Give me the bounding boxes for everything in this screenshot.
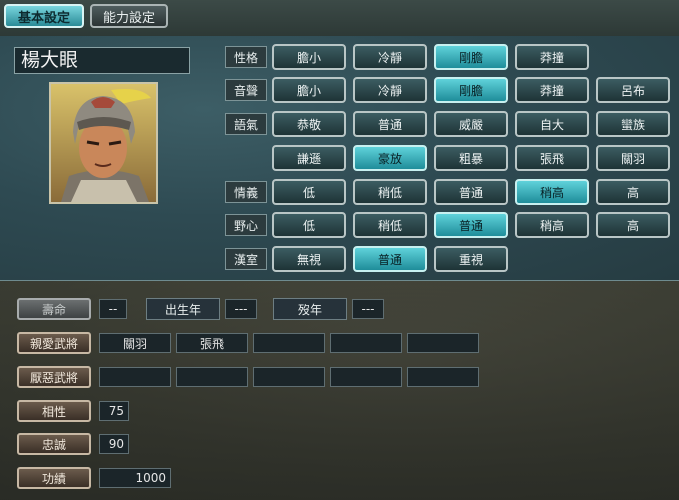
death-year-label: 歿年 — [273, 298, 347, 320]
row-label-5: 情義 — [225, 181, 267, 203]
option-button-r3-c4[interactable]: 自大 — [515, 111, 589, 137]
tab-basic-settings[interactable]: 基本設定 — [4, 4, 84, 28]
option-button-r6-c4[interactable]: 稍高 — [515, 212, 589, 238]
liked-officer-slot-2[interactable]: 張飛 — [176, 333, 248, 353]
option-button-r7-c1[interactable]: 無視 — [272, 246, 346, 272]
option-button-r1-c1[interactable]: 膽小 — [272, 44, 346, 70]
option-button-r4-c2[interactable]: 豪放 — [353, 145, 427, 171]
lifespan-value: -- — [99, 299, 127, 319]
row-label-3: 語氣 — [225, 113, 267, 135]
option-button-r3-c5[interactable]: 蠻族 — [596, 111, 670, 137]
disliked-officer-slot-5[interactable] — [407, 367, 479, 387]
option-button-r6-c5[interactable]: 高 — [596, 212, 670, 238]
option-button-r5-c4[interactable]: 稍高 — [515, 179, 589, 205]
option-button-r1-c2[interactable]: 冷靜 — [353, 44, 427, 70]
option-button-r2-c5[interactable]: 呂布 — [596, 77, 670, 103]
merit-button[interactable]: 功績 — [17, 467, 91, 489]
compatibility-button[interactable]: 相性 — [17, 400, 91, 422]
disliked-officer-slot-4[interactable] — [330, 367, 402, 387]
disliked-officer-slot-3[interactable] — [253, 367, 325, 387]
option-button-r3-c1[interactable]: 恭敬 — [272, 111, 346, 137]
liked-officer-slot-1[interactable]: 關羽 — [99, 333, 171, 353]
option-button-r2-c1[interactable]: 膽小 — [272, 77, 346, 103]
option-button-r5-c3[interactable]: 普通 — [434, 179, 508, 205]
officer-name: 楊大眼 — [14, 47, 190, 74]
top-bar: 基本設定 能力設定 — [0, 0, 679, 36]
option-button-r6-c3[interactable]: 普通 — [434, 212, 508, 238]
option-button-r5-c2[interactable]: 稍低 — [353, 179, 427, 205]
row-label-1: 性格 — [225, 46, 267, 68]
option-button-r6-c1[interactable]: 低 — [272, 212, 346, 238]
option-button-r2-c2[interactable]: 冷靜 — [353, 77, 427, 103]
liked-officers-button[interactable]: 親愛武將 — [17, 332, 91, 354]
option-button-r4-c1[interactable]: 謙遜 — [272, 145, 346, 171]
loyalty-button[interactable]: 忠誠 — [17, 433, 91, 455]
option-button-r4-c3[interactable]: 粗暴 — [434, 145, 508, 171]
birth-year-label: 出生年 — [146, 298, 220, 320]
death-year-value: --- — [352, 299, 384, 319]
option-button-r7-c2[interactable]: 普通 — [353, 246, 427, 272]
option-button-r5-c1[interactable]: 低 — [272, 179, 346, 205]
lifespan-button[interactable]: 壽命 — [17, 298, 91, 320]
loyalty-value: 90 — [99, 434, 129, 454]
birth-year-value: --- — [225, 299, 257, 319]
row-label-6: 野心 — [225, 214, 267, 236]
option-button-r3-c3[interactable]: 威嚴 — [434, 111, 508, 137]
option-button-r7-c3[interactable]: 重視 — [434, 246, 508, 272]
tab-ability-settings[interactable]: 能力設定 — [90, 4, 168, 28]
option-button-r6-c2[interactable]: 稍低 — [353, 212, 427, 238]
option-button-r1-c4[interactable]: 莽撞 — [515, 44, 589, 70]
option-button-r4-c4[interactable]: 張飛 — [515, 145, 589, 171]
option-button-r1-c3[interactable]: 剛膽 — [434, 44, 508, 70]
liked-officer-slot-3[interactable] — [253, 333, 325, 353]
merit-value: 1000 — [99, 468, 171, 488]
option-button-r2-c4[interactable]: 莽撞 — [515, 77, 589, 103]
disliked-officer-slot-1[interactable] — [99, 367, 171, 387]
liked-officer-slot-5[interactable] — [407, 333, 479, 353]
row-label-2: 音聲 — [225, 79, 267, 101]
disliked-officer-slot-2[interactable] — [176, 367, 248, 387]
row-label-7: 漢室 — [225, 248, 267, 270]
compatibility-value: 75 — [99, 401, 129, 421]
disliked-officers-button[interactable]: 厭惡武將 — [17, 366, 91, 388]
option-button-r4-c5[interactable]: 關羽 — [596, 145, 670, 171]
officer-portrait — [49, 82, 158, 204]
liked-officer-slot-4[interactable] — [330, 333, 402, 353]
option-button-r2-c3[interactable]: 剛膽 — [434, 77, 508, 103]
option-button-r3-c2[interactable]: 普通 — [353, 111, 427, 137]
option-button-r5-c5[interactable]: 高 — [596, 179, 670, 205]
